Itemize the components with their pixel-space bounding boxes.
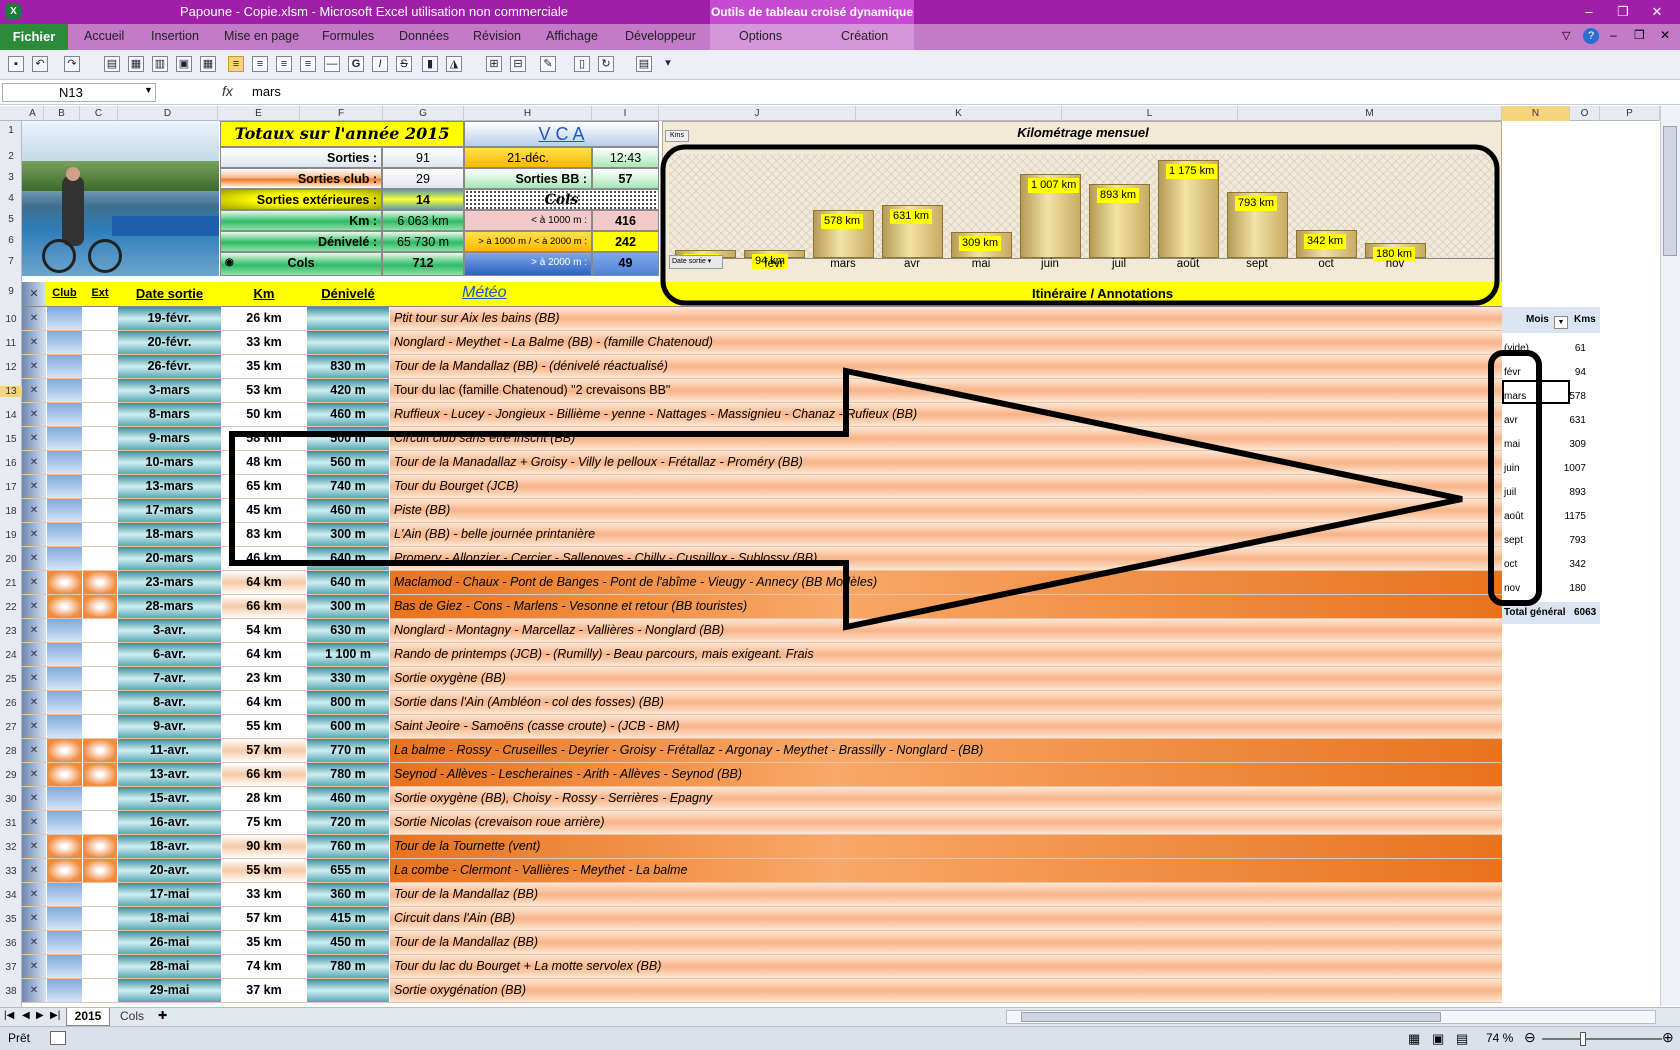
pivot-highlight-frame (1488, 350, 1542, 606)
normal-view-icon[interactable]: ▦ (1408, 1031, 1420, 1047)
status-ready: Prêt (8, 1031, 31, 1045)
annotation-overlay (229, 144, 1542, 631)
sheet-tab-2015[interactable]: 2015 (66, 1008, 110, 1026)
arrow-annotation (229, 367, 1463, 631)
zoom-slider-thumb[interactable] (1580, 1032, 1586, 1046)
zoom-out-icon[interactable]: ⊖ (1524, 1029, 1536, 1046)
chart-highlight-frame (660, 144, 1500, 306)
h-scroll-thumb[interactable] (1021, 1012, 1441, 1022)
sheet-tab-cols[interactable]: Cols (112, 1008, 152, 1026)
zoom-in-icon[interactable]: ⊕ (1662, 1029, 1674, 1046)
zoom-slider[interactable] (1542, 1038, 1662, 1040)
page-layout-view-icon[interactable]: ▣ (1432, 1031, 1444, 1047)
vertical-scrollbar[interactable] (1660, 106, 1680, 1006)
excel-window: X Papoune - Copie.xlsm - Microsoft Excel… (0, 0, 1680, 1050)
tab-nav-last-icon[interactable]: ▶| (50, 1010, 60, 1021)
horizontal-scrollbar[interactable] (1006, 1010, 1656, 1024)
page-break-view-icon[interactable]: ▤ (1456, 1031, 1468, 1047)
tab-nav-prev-icon[interactable]: ◀ (22, 1010, 30, 1021)
zoom-level[interactable]: 74 % (1486, 1031, 1513, 1045)
tab-nav-next-icon[interactable]: ▶ (36, 1010, 44, 1021)
scroll-thumb[interactable] (1663, 126, 1677, 256)
tab-nav-first-icon[interactable]: |◀ (4, 1010, 14, 1021)
status-bar: Prêt ▦ ▣ ▤ 74 % ⊖ ⊕ (0, 1026, 1680, 1050)
new-sheet-icon[interactable]: ✚ (158, 1009, 167, 1022)
macro-record-icon[interactable] (50, 1031, 66, 1045)
sheet-tabs-bar: |◀ ◀ ▶ ▶| 2015 Cols ✚ (0, 1007, 1680, 1026)
